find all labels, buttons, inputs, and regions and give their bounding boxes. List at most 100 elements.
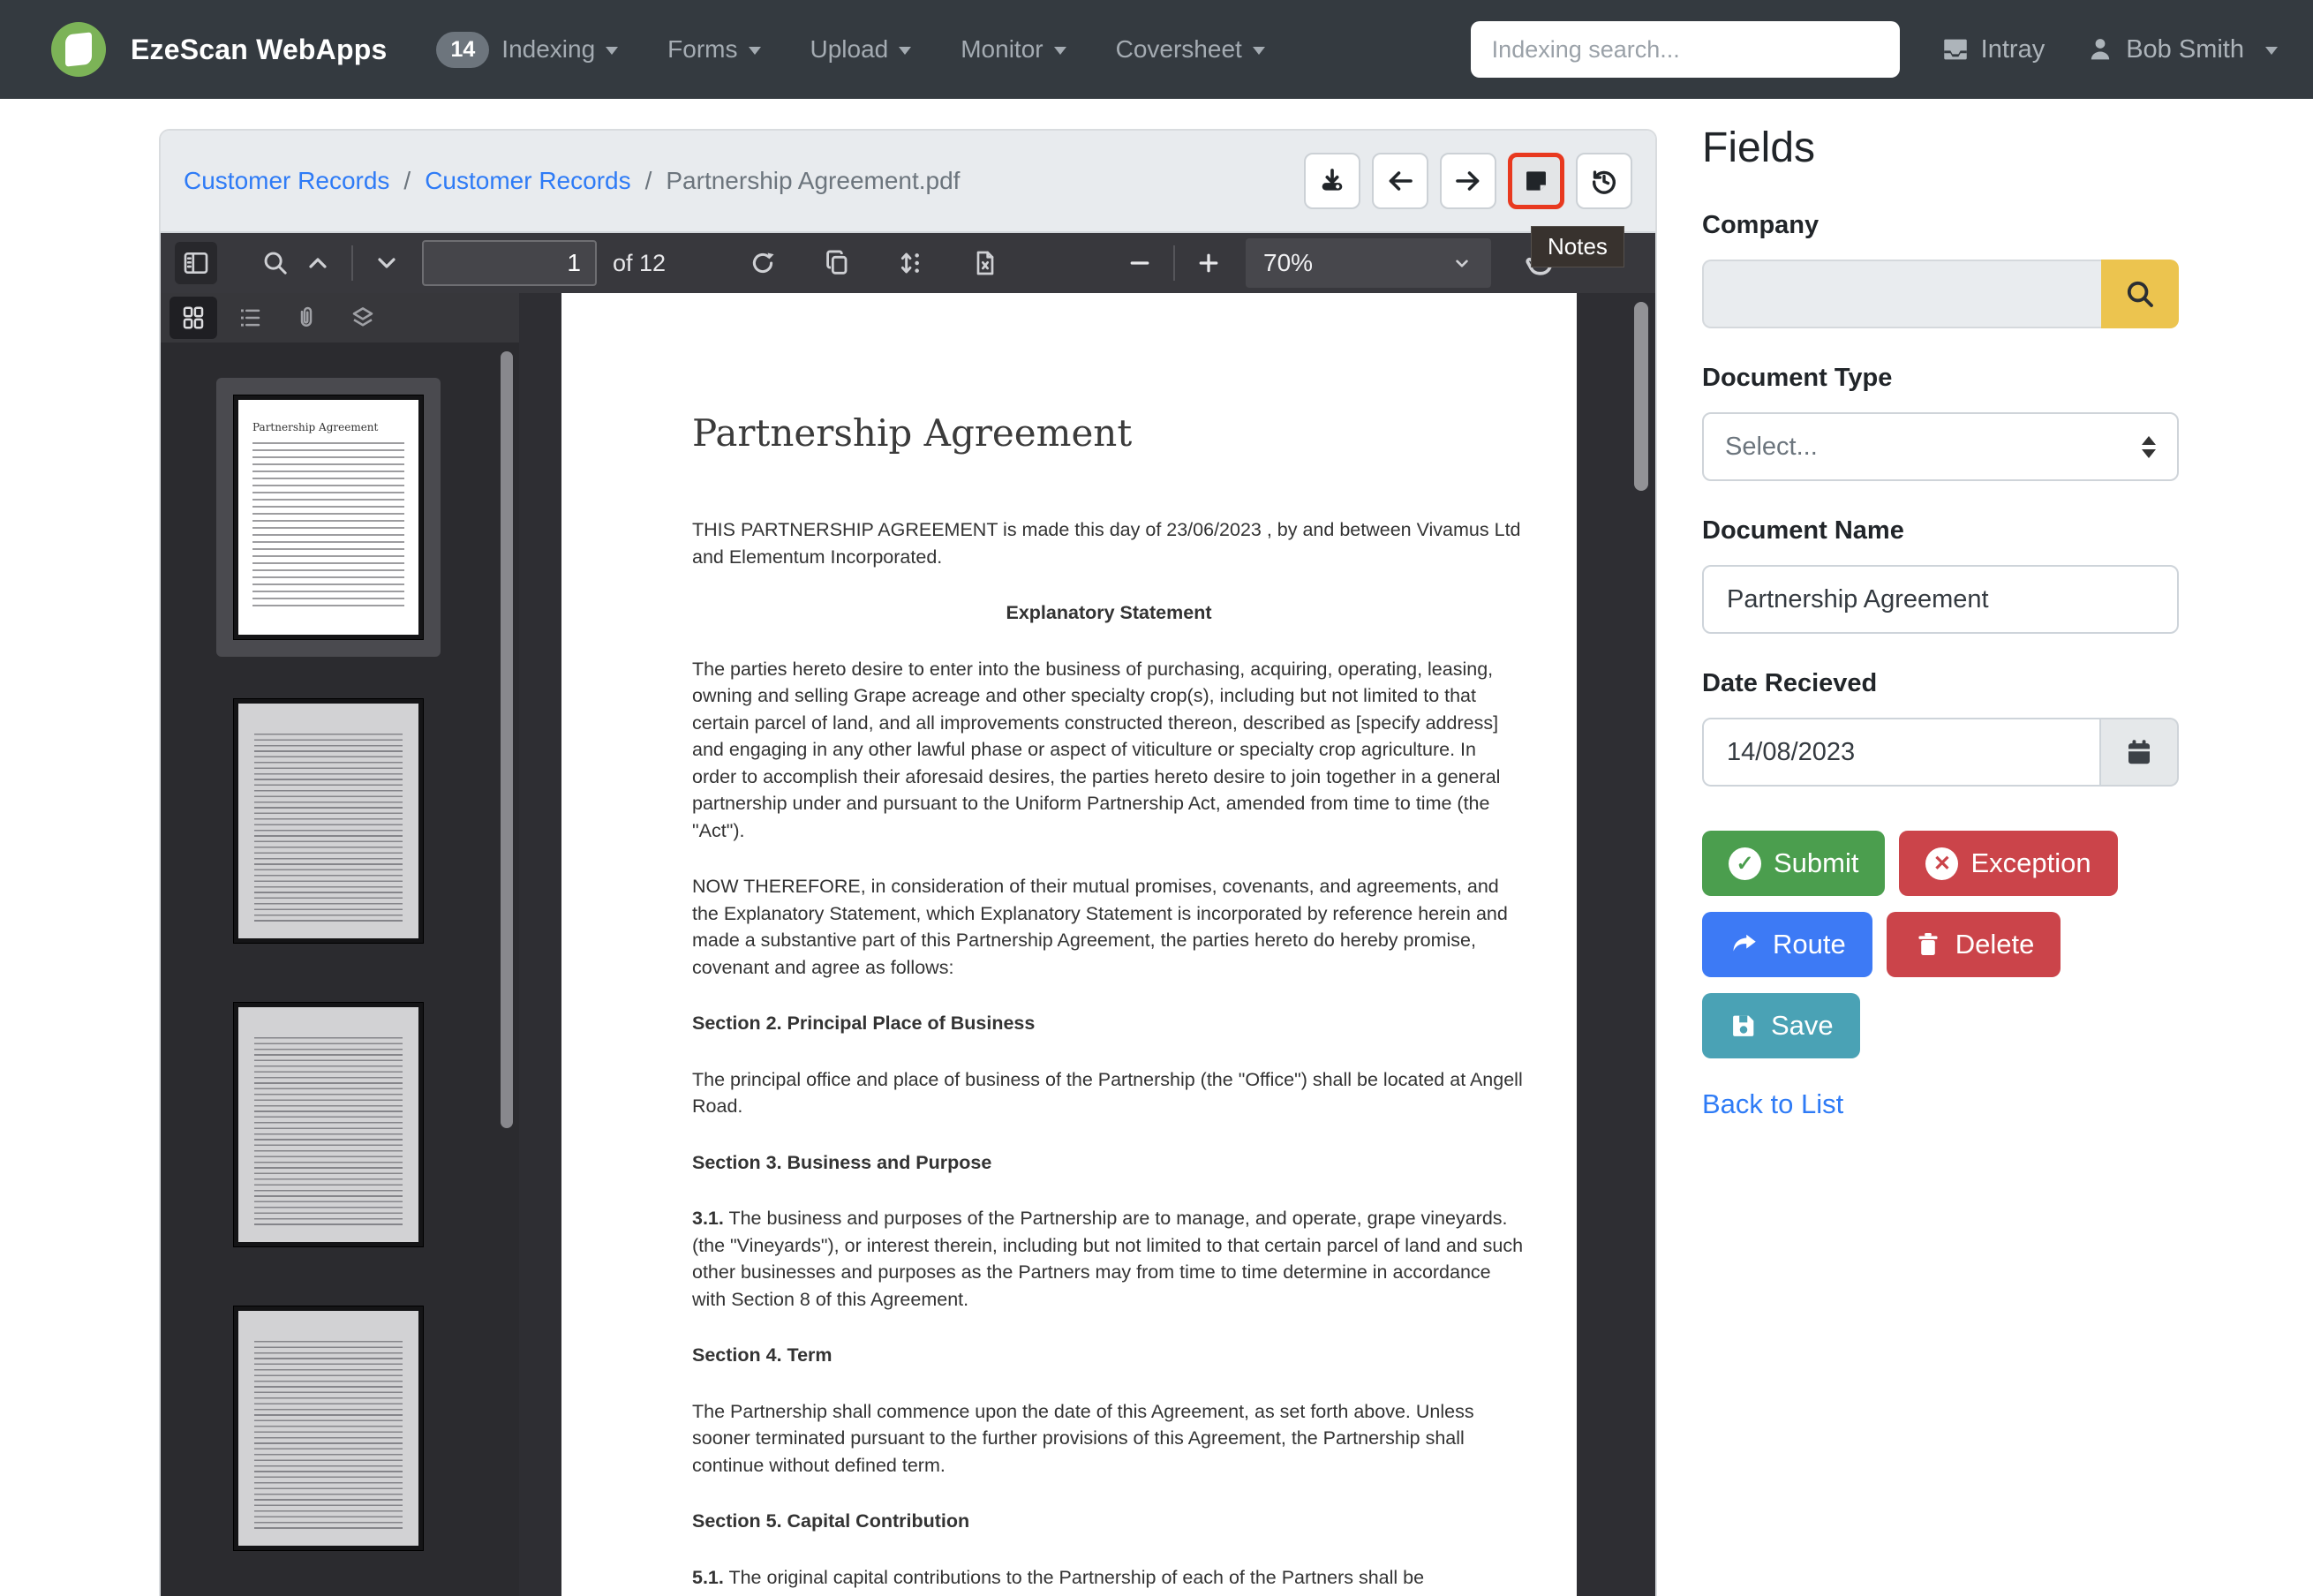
doc-paragraph: The Partnership shall commence upon the … [692, 1398, 1526, 1479]
thumbnails-grid-icon [180, 305, 207, 331]
company-input[interactable] [1702, 260, 2101, 328]
nav-menu-label: Indexing [501, 35, 595, 64]
zoom-level-select[interactable]: 70% [1246, 238, 1491, 288]
date-received-input[interactable] [1702, 718, 2101, 787]
document-name-input[interactable] [1702, 565, 2179, 634]
user-menu[interactable]: Bob Smith [2085, 34, 2278, 64]
thumbnail-scrollbar[interactable] [501, 351, 513, 1587]
find-button[interactable] [254, 242, 297, 284]
tab-thumbnails[interactable] [170, 297, 217, 339]
pdf-page: Partnership Agreement THIS PARTNERSHIP A… [561, 293, 1577, 1596]
thumbnail-preview[interactable] [234, 1306, 423, 1550]
duplicate-page-button[interactable] [816, 242, 858, 284]
company-search-button[interactable] [2101, 260, 2179, 328]
rotate-clockwise-icon [749, 249, 777, 277]
breadcrumb-current-file: Partnership Agreement.pdf [666, 167, 960, 195]
date-picker-button[interactable] [2101, 718, 2179, 787]
app-root: EzeScan WebApps 14 Indexing Forms Upload… [0, 0, 2313, 1596]
page-number-input[interactable] [422, 240, 597, 286]
export-file-icon [971, 249, 999, 277]
intray-icon [1940, 34, 1970, 64]
tab-layers[interactable] [339, 297, 387, 339]
chevron-down-icon [749, 47, 761, 55]
next-document-button[interactable] [1440, 153, 1496, 209]
nav-menu-label: Coversheet [1116, 35, 1242, 64]
thumbnail-preview[interactable] [234, 699, 423, 943]
document-title: Partnership Agreement [692, 411, 1522, 455]
nav-menu-indexing[interactable]: 14 Indexing [436, 32, 618, 68]
vertical-scroll-icon [897, 249, 925, 277]
exception-button[interactable]: ✕ Exception [1899, 831, 2117, 896]
history-button[interactable] [1576, 153, 1632, 209]
thumbnail-page-4[interactable] [216, 1289, 441, 1568]
zoom-level-value: 70% [1263, 249, 1313, 277]
tab-attachments[interactable] [283, 297, 330, 339]
thumbnail-page-1[interactable]: Partnership Agreement [216, 378, 441, 657]
thumbnail-page-2[interactable] [216, 681, 441, 960]
document-view-area: Partnership Agreement THIS PARTNERSHIP A… [519, 293, 1655, 1596]
download-button[interactable] [1304, 153, 1360, 209]
export-excel-button[interactable] [964, 242, 1006, 284]
previous-document-button[interactable] [1372, 153, 1428, 209]
thumbnail-text-lines [254, 734, 403, 923]
trash-icon [1913, 930, 1943, 960]
nav-menu-upload[interactable]: Upload [810, 35, 912, 64]
thumbnail-sidebar: Partnership Agreement [161, 293, 519, 1596]
zoom-out-button[interactable] [1119, 242, 1161, 284]
fields-panel-title: Fields [1702, 124, 2179, 172]
nav-menu-monitor[interactable]: Monitor [961, 35, 1066, 64]
nav-menu-forms[interactable]: Forms [667, 35, 760, 64]
chevron-down-icon [1054, 47, 1066, 55]
document-name-label: Document Name [1702, 516, 2179, 546]
nav-menu-coversheet[interactable]: Coversheet [1116, 35, 1265, 64]
toolbar-divider [1173, 245, 1175, 281]
outline-list-icon [237, 305, 263, 331]
arrow-right-icon [1452, 165, 1484, 197]
thumbnail-text-lines [254, 1037, 403, 1227]
notes-button[interactable] [1508, 153, 1564, 209]
user-name: Bob Smith [2126, 35, 2244, 64]
card-header: Customer Records / Customer Records / Pa… [161, 131, 1655, 233]
indexing-search-input[interactable] [1471, 21, 1900, 78]
next-page-button[interactable] [365, 242, 408, 284]
doc-section-heading: Section 5. Capital Contribution [692, 1508, 1526, 1535]
tab-outline[interactable] [226, 297, 274, 339]
company-label: Company [1702, 211, 2179, 240]
page-count-label: of 12 [613, 250, 666, 277]
doc-section-heading: Section 4. Term [692, 1342, 1526, 1369]
breadcrumb-separator: / [645, 167, 652, 195]
zoom-in-button[interactable] [1187, 242, 1230, 284]
scroll-mode-button[interactable] [890, 242, 932, 284]
search-icon [261, 249, 290, 277]
intray-button[interactable]: Intray [1940, 34, 2046, 64]
notes-tooltip: Notes [1531, 226, 1624, 267]
back-to-list-link[interactable]: Back to List [1702, 1088, 1843, 1120]
thumbnail-preview[interactable] [234, 1003, 423, 1246]
route-label: Route [1773, 929, 1846, 960]
select-arrows-icon [2142, 436, 2156, 458]
thumbnail-page-3[interactable] [216, 985, 441, 1264]
doc-paragraph: Explanatory Statement [692, 599, 1526, 627]
indexing-count-badge: 14 [436, 32, 489, 68]
document-actions [1304, 153, 1632, 209]
note-icon [1522, 167, 1550, 195]
document-scrollbar[interactable] [1634, 302, 1648, 1589]
thumbnail-page-5[interactable] [216, 1592, 441, 1596]
document-type-select[interactable]: Select... [1702, 412, 2179, 481]
route-button[interactable]: Route [1702, 912, 1872, 977]
sidebar-toggle-icon [182, 249, 210, 277]
delete-button[interactable]: Delete [1887, 912, 2061, 977]
sidebar-toggle-button[interactable] [175, 242, 217, 284]
thumbnail-text-lines [252, 442, 404, 610]
nav-menu-label: Upload [810, 35, 889, 64]
breadcrumb-separator: / [403, 167, 411, 195]
submit-button[interactable]: ✓ Submit [1702, 831, 1885, 896]
breadcrumb-link-customer-records-1[interactable]: Customer Records [184, 167, 389, 195]
rotate-button[interactable] [742, 242, 784, 284]
thumbnail-preview[interactable]: Partnership Agreement [234, 395, 423, 639]
breadcrumb-link-customer-records-2[interactable]: Customer Records [425, 167, 630, 195]
history-icon [1589, 166, 1619, 196]
save-button[interactable]: Save [1702, 993, 1860, 1058]
intray-label: Intray [1981, 35, 2046, 64]
previous-page-button[interactable] [297, 242, 339, 284]
